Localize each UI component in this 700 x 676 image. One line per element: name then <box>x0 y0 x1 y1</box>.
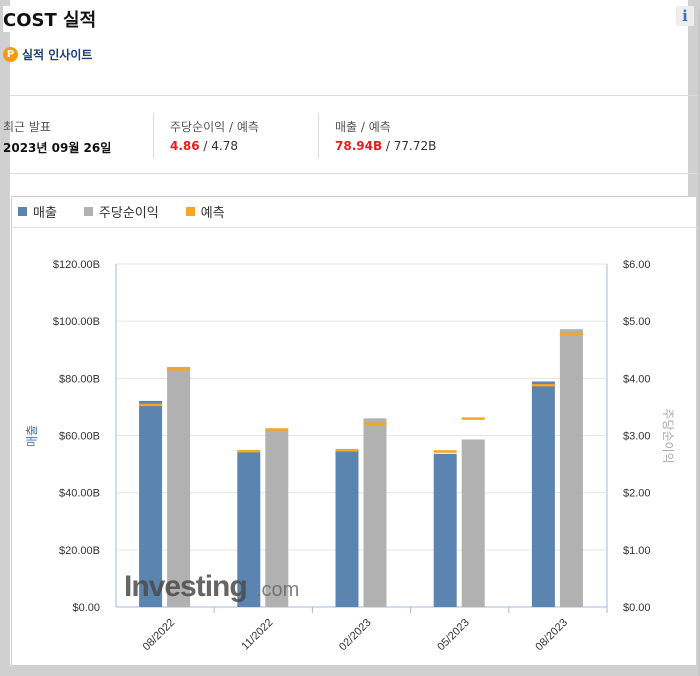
revenue-forecast-marker <box>335 449 359 452</box>
earnings-chart: $0.00 $0.00 $20.00B $1.00 $40.00B $2.00 $60.00… <box>25 259 675 654</box>
x-tick-label: 08/2023 <box>533 617 570 654</box>
eps-forecast-marker <box>363 422 387 425</box>
y-tick-label-right: $6.00 <box>623 259 651 271</box>
eps-bar <box>363 418 387 607</box>
revenue-forecast-marker <box>531 383 555 387</box>
y-tick-label-left: $80.00B <box>59 373 100 385</box>
y-tick-label-left: $100.00B <box>53 316 100 328</box>
x-tick-label: 08/2022 <box>141 617 178 654</box>
y-tick-label-right: $2.00 <box>623 488 651 500</box>
y-tick-label-right: $5.00 <box>623 316 651 328</box>
eps-forecast-marker <box>167 368 191 371</box>
y-tick-label-right: $1.00 <box>623 545 651 557</box>
eps-bar <box>461 439 485 607</box>
revenue-forecast-marker <box>237 449 261 453</box>
x-tick-label: 11/2022 <box>239 617 275 653</box>
revenue-bar <box>531 381 555 607</box>
y-tick-label-left: $0.00 <box>72 602 100 614</box>
x-tick-label: 02/2023 <box>337 617 374 654</box>
revenue-forecast-marker <box>139 403 163 407</box>
x-tick-label: 05/2023 <box>435 617 472 654</box>
y-tick-label-right: $0.00 <box>623 602 651 614</box>
revenue-bar <box>335 448 359 607</box>
eps-bar <box>559 329 583 607</box>
y-tick-label-left: $40.00B <box>59 488 100 500</box>
y-tick-label-right: $3.00 <box>623 431 651 443</box>
y-tick-label-left: $60.00B <box>59 431 100 443</box>
y-axis-title-right: 주당순이익 <box>661 408 675 463</box>
eps-forecast-marker <box>559 332 583 336</box>
y-tick-label-right: $4.00 <box>623 373 651 385</box>
revenue-bar <box>433 453 457 607</box>
investing-watermark-suffix: .com <box>256 579 299 601</box>
y-tick-label-left: $120.00B <box>53 259 100 271</box>
y-tick-label-left: $20.00B <box>59 545 100 557</box>
investing-watermark: Investing <box>124 570 247 603</box>
eps-forecast-marker <box>461 417 485 420</box>
y-axis-title-left: 매출 <box>25 425 39 447</box>
eps-forecast-marker <box>265 428 289 431</box>
revenue-forecast-marker <box>433 450 457 453</box>
